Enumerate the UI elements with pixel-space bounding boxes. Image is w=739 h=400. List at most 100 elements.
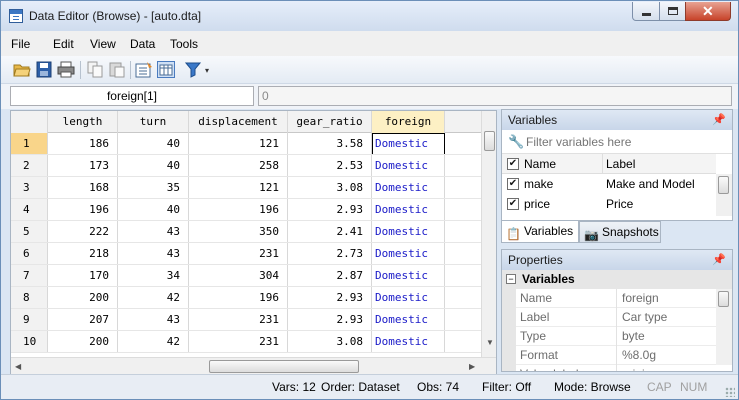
cell-gear-ratio[interactable]: 3.08	[288, 177, 372, 199]
maximize-button[interactable]	[659, 2, 686, 21]
column-header-turn[interactable]: turn	[118, 111, 189, 133]
cell-foreign[interactable]: Domestic	[372, 177, 445, 199]
cell-length[interactable]: 222	[48, 221, 118, 243]
cell-value-field[interactable]: 0	[258, 86, 732, 106]
cell-turn[interactable]: 42	[118, 331, 189, 353]
cell-foreign[interactable]: Domestic	[372, 265, 445, 287]
cell-displacement[interactable]: 196	[189, 199, 288, 221]
properties-scroll-thumb[interactable]	[718, 291, 729, 307]
row-number[interactable]: 10	[11, 331, 48, 353]
grid-horizontal-scroll-thumb[interactable]	[209, 360, 359, 373]
scroll-down-icon[interactable]: ▼	[486, 339, 494, 347]
cell-length[interactable]: 207	[48, 309, 118, 331]
column-header-label[interactable]: Label	[606, 154, 635, 174]
cell-foreign[interactable]: Domestic	[372, 243, 445, 265]
property-row-value-label[interactable]: Value label origin	[502, 365, 732, 371]
cell-turn[interactable]: 43	[118, 243, 189, 265]
cell-turn[interactable]: 43	[118, 309, 189, 331]
cell-turn[interactable]: 40	[118, 199, 189, 221]
cell-length[interactable]: 173	[48, 155, 118, 177]
row-number[interactable]: 5	[11, 221, 48, 243]
row-number[interactable]: 1	[11, 133, 48, 155]
select-all-checkbox[interactable]: ✔	[507, 158, 519, 170]
copy-icon[interactable]	[86, 61, 104, 78]
resize-grip-icon[interactable]	[725, 387, 735, 397]
cell-gear-ratio[interactable]: 3.58	[288, 133, 372, 155]
variables-filter-input[interactable]	[526, 132, 726, 151]
collapse-icon[interactable]: −	[506, 274, 516, 284]
pin-icon[interactable]: 📌	[712, 250, 726, 270]
cell-length[interactable]: 186	[48, 133, 118, 155]
filter-dropdown-icon[interactable]: ▾	[205, 66, 209, 75]
cell-foreign[interactable]: Domestic	[372, 133, 445, 155]
cell-displacement[interactable]: 258	[189, 155, 288, 177]
variable-checkbox[interactable]: ✔	[507, 198, 519, 210]
print-icon[interactable]	[57, 61, 75, 78]
cell-displacement[interactable]: 231	[189, 243, 288, 265]
cell-turn[interactable]: 35	[118, 177, 189, 199]
variables-manager-icon[interactable]	[135, 61, 153, 78]
cell-turn[interactable]: 34	[118, 265, 189, 287]
current-variable-field[interactable]: foreign[1]	[10, 86, 254, 106]
menu-edit[interactable]: Edit	[53, 37, 74, 51]
menu-file[interactable]: File	[11, 37, 30, 51]
close-button[interactable]: ✕	[685, 2, 731, 21]
variables-scroll-thumb[interactable]	[718, 176, 729, 194]
cell-length[interactable]: 196	[48, 199, 118, 221]
cell-foreign[interactable]: Domestic	[372, 287, 445, 309]
cell-displacement[interactable]: 304	[189, 265, 288, 287]
grid-horizontal-scrollbar[interactable]: ◀ ▶	[11, 357, 496, 375]
row-number[interactable]: 8	[11, 287, 48, 309]
cell-gear-ratio[interactable]: 2.93	[288, 309, 372, 331]
cell-turn[interactable]: 40	[118, 155, 189, 177]
scroll-right-icon[interactable]: ▶	[469, 363, 475, 371]
grid-corner[interactable]	[11, 111, 48, 133]
cell-foreign[interactable]: Domestic	[372, 221, 445, 243]
cell-gear-ratio[interactable]: 2.53	[288, 155, 372, 177]
row-number[interactable]: 4	[11, 199, 48, 221]
menu-view[interactable]: View	[90, 37, 116, 51]
cell-turn[interactable]: 42	[118, 287, 189, 309]
property-row-label[interactable]: Label Car type	[502, 308, 732, 327]
cell-gear-ratio[interactable]: 2.93	[288, 287, 372, 309]
property-row-type[interactable]: Type byte	[502, 327, 732, 346]
cell-displacement[interactable]: 121	[189, 177, 288, 199]
cell-foreign[interactable]: Domestic	[372, 331, 445, 353]
cell-displacement[interactable]: 231	[189, 331, 288, 353]
cell-displacement[interactable]: 350	[189, 221, 288, 243]
column-header-displacement[interactable]: displacement	[189, 111, 288, 133]
cell-length[interactable]: 200	[48, 287, 118, 309]
cell-displacement[interactable]: 231	[189, 309, 288, 331]
cell-foreign[interactable]: Domestic	[372, 199, 445, 221]
column-header-gear-ratio[interactable]: gear_ratio	[288, 111, 372, 133]
pin-icon[interactable]: 📌	[712, 110, 726, 130]
open-icon[interactable]	[13, 61, 31, 78]
minimize-button[interactable]	[632, 2, 660, 21]
variable-row-price[interactable]: ✔ price Price	[502, 194, 716, 214]
cell-foreign[interactable]: Domestic	[372, 309, 445, 331]
cell-gear-ratio[interactable]: 2.93	[288, 199, 372, 221]
scroll-left-icon[interactable]: ◀	[15, 363, 21, 371]
row-number[interactable]: 9	[11, 309, 48, 331]
row-number[interactable]: 7	[11, 265, 48, 287]
cell-length[interactable]: 168	[48, 177, 118, 199]
cell-turn[interactable]: 43	[118, 221, 189, 243]
tab-snapshots[interactable]: 📷 Snapshots	[579, 221, 661, 243]
properties-section-variables[interactable]: − Variables	[502, 270, 732, 289]
cell-length[interactable]: 200	[48, 331, 118, 353]
row-number[interactable]: 2	[11, 155, 48, 177]
cell-length[interactable]: 170	[48, 265, 118, 287]
column-header-length[interactable]: length	[48, 111, 118, 133]
variable-row-make[interactable]: ✔ make Make and Model	[502, 174, 716, 194]
cell-foreign[interactable]: Domestic	[372, 155, 445, 177]
filter-icon[interactable]	[185, 61, 203, 78]
column-header-name[interactable]: Name	[524, 154, 556, 174]
paste-icon[interactable]	[108, 61, 126, 78]
wrench-icon[interactable]: 🔧	[508, 134, 524, 150]
cell-gear-ratio[interactable]: 2.87	[288, 265, 372, 287]
property-row-name[interactable]: Name foreign	[502, 289, 732, 308]
properties-scrollbar[interactable]	[716, 289, 732, 365]
cell-displacement[interactable]: 121	[189, 133, 288, 155]
tab-variables[interactable]: 📋 Variables	[501, 221, 579, 243]
data-editor-edit-icon[interactable]	[157, 61, 175, 78]
